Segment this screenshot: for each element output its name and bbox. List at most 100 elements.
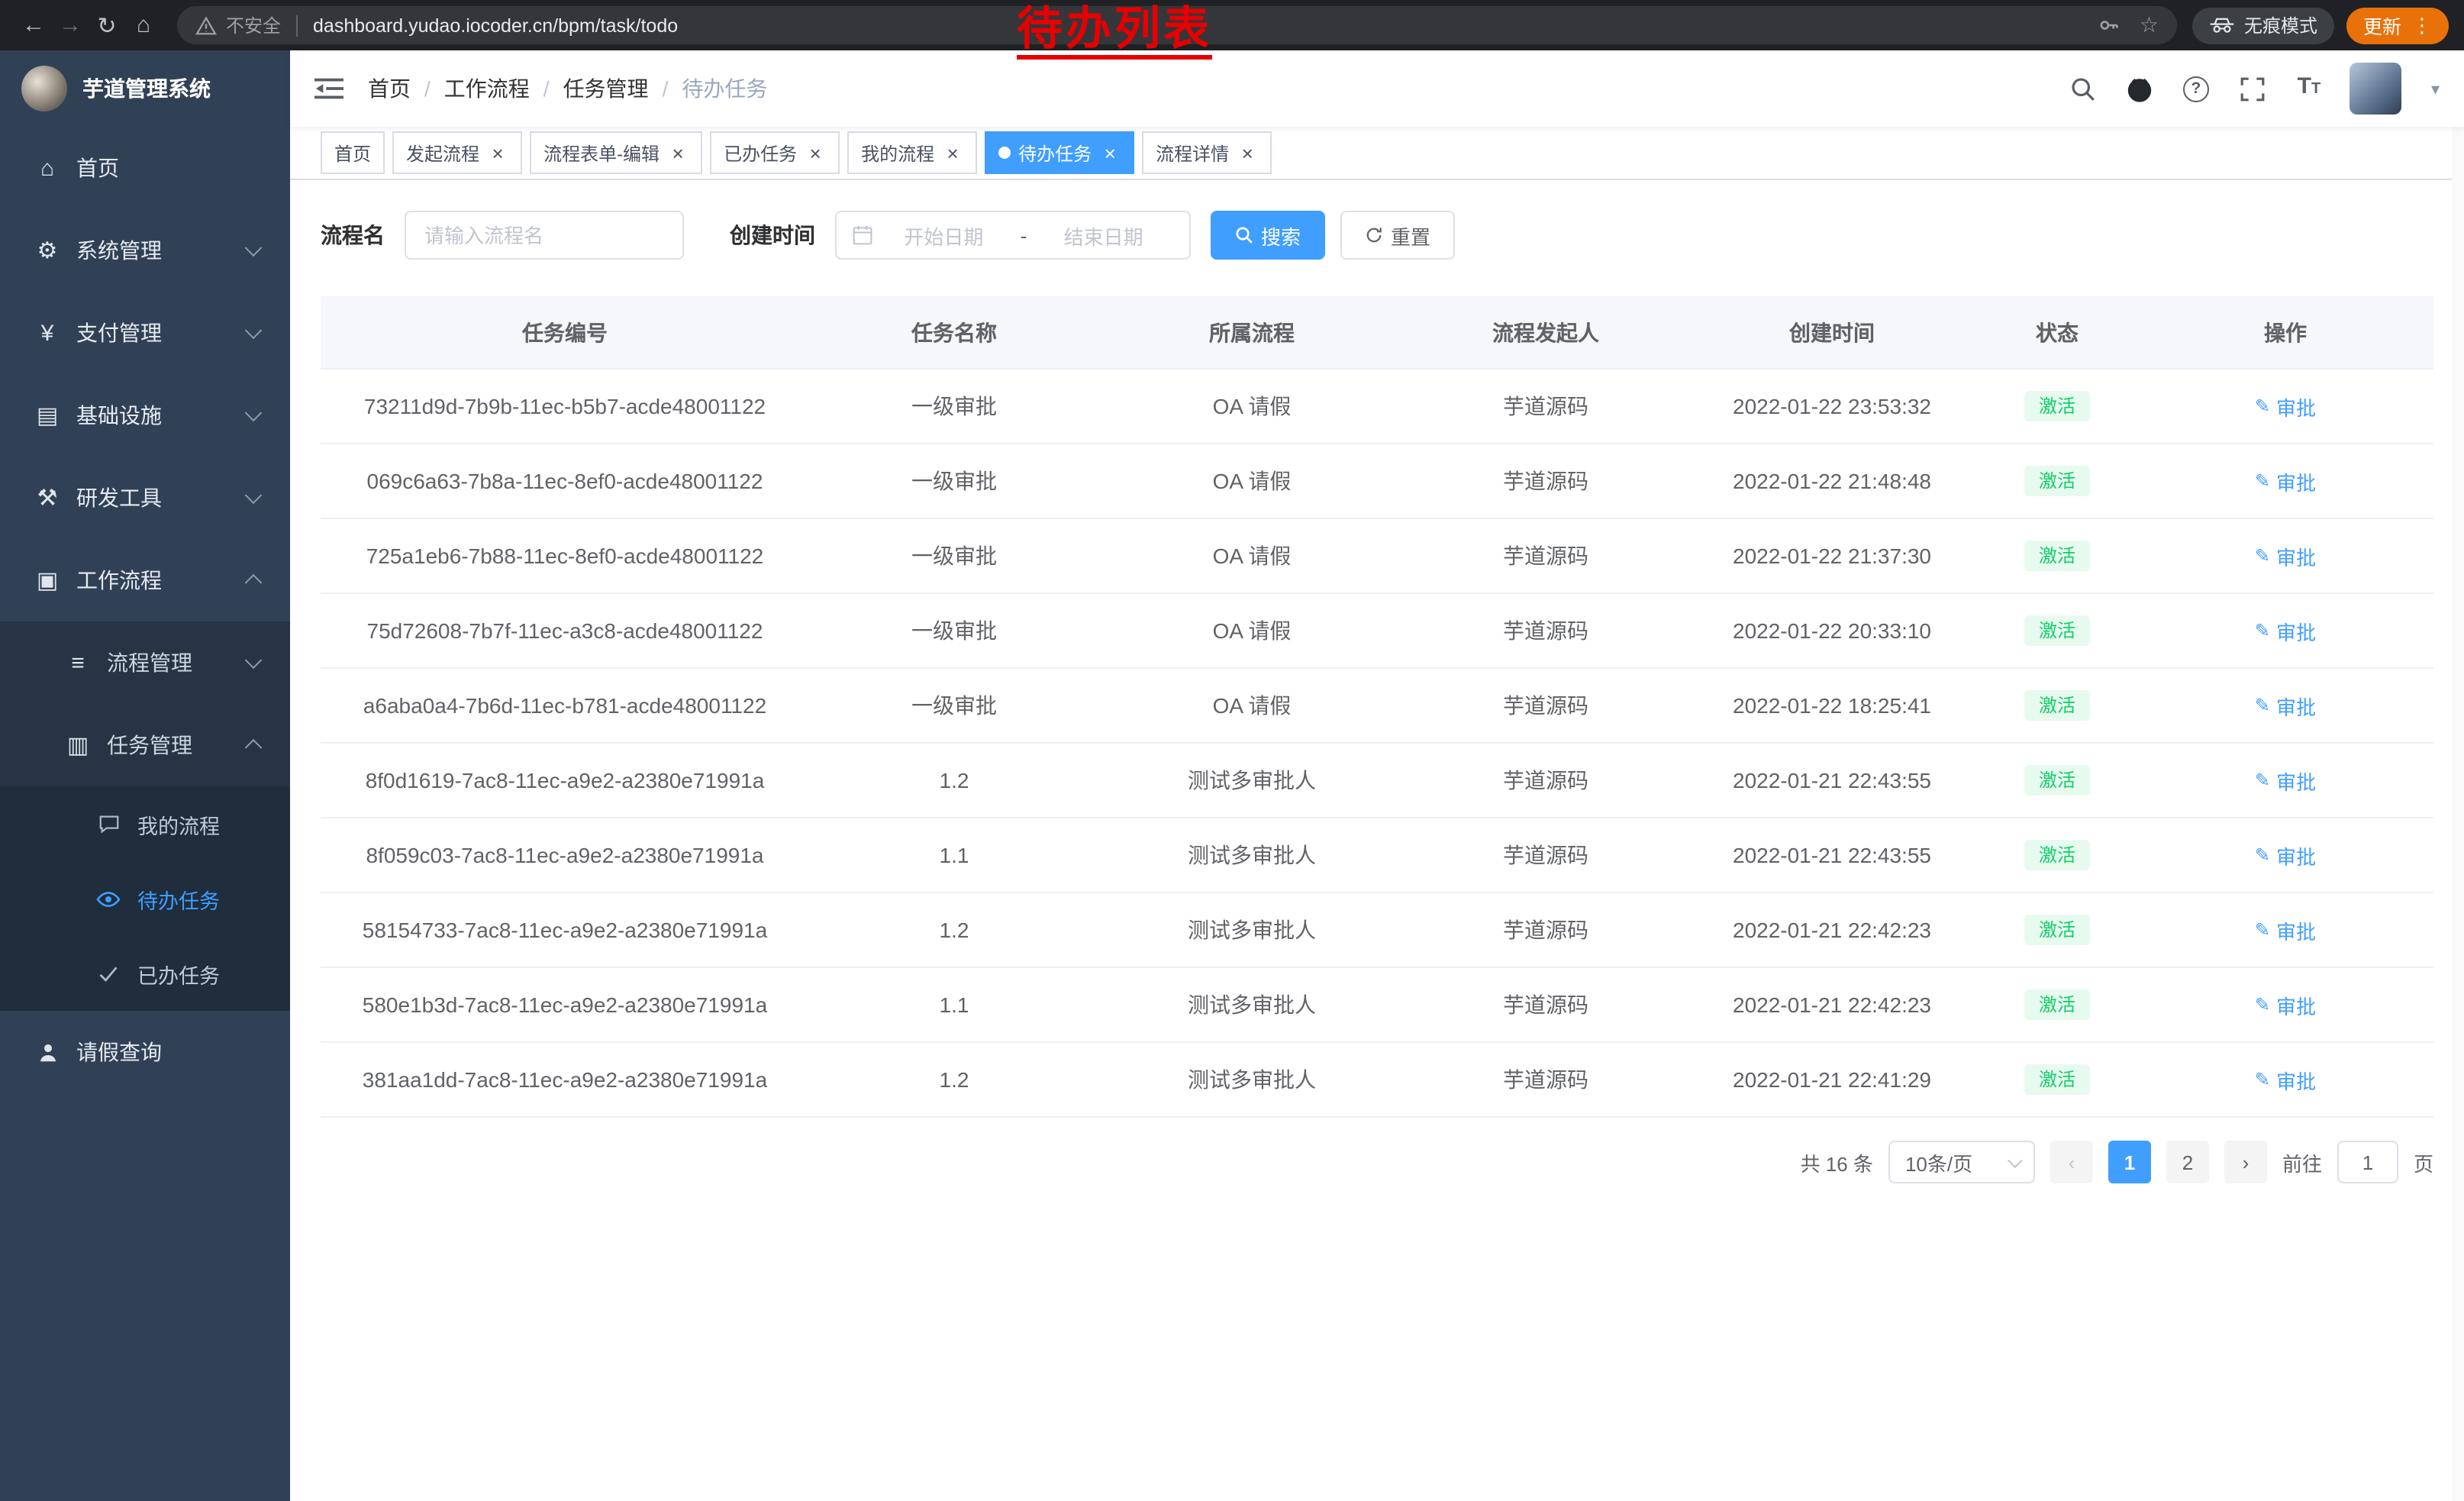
cell-initiator: 芋道源码 bbox=[1503, 693, 1588, 718]
pagination: 共 16 条 10条/页 ‹ 1 2 › 前往 页 bbox=[321, 1141, 2433, 1183]
update-label: 更新 bbox=[2363, 11, 2401, 40]
start-date-placeholder[interactable]: 开始日期 bbox=[873, 221, 1014, 250]
table-row: 75d72608-7b7f-11ec-a3c8-acde48001122 一级审… bbox=[321, 593, 2433, 668]
approve-button[interactable]: ✎ 审批 bbox=[2255, 541, 2316, 570]
sidebar-item-infrastructure[interactable]: ▤ 基础设施 bbox=[0, 374, 290, 457]
tab-label: 待办任务 bbox=[1018, 140, 1092, 166]
tab-close-icon[interactable]: × bbox=[1099, 142, 1121, 163]
sidebar-item-todo-task[interactable]: 待办任务 bbox=[0, 861, 290, 936]
browser-back-icon[interactable]: ← bbox=[15, 12, 52, 38]
search-icon[interactable] bbox=[2068, 73, 2098, 104]
sidebar-item-home[interactable]: ⌂ 首页 bbox=[0, 127, 290, 209]
tab-流程详情[interactable]: 流程详情 × bbox=[1142, 131, 1272, 174]
font-size-icon[interactable]: TT bbox=[2294, 73, 2324, 104]
cell-initiator: 芋道源码 bbox=[1503, 918, 1588, 942]
breadcrumb-workflow[interactable]: 工作流程 bbox=[444, 73, 530, 104]
status-badge: 激活 bbox=[2025, 765, 2089, 796]
menu-label: 研发工具 bbox=[76, 483, 162, 513]
sidebar-collapse-icon[interactable] bbox=[314, 76, 343, 101]
cell-created-time: 2022-01-22 20:33:10 bbox=[1733, 618, 1931, 643]
browser-update-button[interactable]: 更新 ⋮ bbox=[2346, 7, 2449, 44]
tab-close-icon[interactable]: × bbox=[942, 142, 963, 163]
approve-button[interactable]: ✎ 审批 bbox=[2255, 392, 2316, 421]
chevron-up-icon bbox=[245, 574, 263, 592]
cell-initiator: 芋道源码 bbox=[1503, 768, 1588, 792]
col-header-task-id: 任务编号 bbox=[321, 296, 809, 369]
sidebar-item-dev-tools[interactable]: ⚒ 研发工具 bbox=[0, 457, 290, 539]
page-size-select[interactable]: 10条/页 bbox=[1888, 1141, 2035, 1183]
user-avatar[interactable] bbox=[2350, 63, 2402, 115]
dashboard-icon: ⌂ bbox=[34, 155, 61, 181]
reset-button[interactable]: 重置 bbox=[1340, 211, 1455, 260]
avatar-caret-icon[interactable]: ▾ bbox=[2431, 79, 2440, 98]
approve-label: 审批 bbox=[2276, 915, 2316, 944]
edit-icon: ✎ bbox=[2255, 770, 2270, 791]
sidebar-item-process-mgmt[interactable]: ≡ 流程管理 bbox=[0, 621, 290, 704]
search-button-icon bbox=[1235, 226, 1253, 244]
tab-发起流程[interactable]: 发起流程 × bbox=[392, 131, 522, 174]
password-key-icon[interactable] bbox=[2098, 14, 2121, 37]
breadcrumb-task-mgmt[interactable]: 任务管理 bbox=[563, 73, 649, 104]
sidebar-item-system-mgmt[interactable]: ⚙ 系统管理 bbox=[0, 209, 290, 292]
process-name-input[interactable] bbox=[405, 211, 684, 260]
menu-label: 任务管理 bbox=[107, 730, 192, 760]
approve-button[interactable]: ✎ 审批 bbox=[2255, 616, 2316, 645]
github-icon[interactable] bbox=[2124, 73, 2155, 104]
browser-reload-icon[interactable]: ↻ bbox=[89, 11, 125, 39]
page-scrollbar[interactable] bbox=[2452, 50, 2464, 1501]
sidebar-item-task-mgmt[interactable]: ▥ 任务管理 bbox=[0, 704, 290, 786]
approve-button[interactable]: ✎ 审批 bbox=[2255, 915, 2316, 944]
breadcrumb-home[interactable]: 首页 bbox=[368, 73, 411, 104]
end-date-placeholder[interactable]: 结束日期 bbox=[1033, 221, 1174, 250]
tab-close-icon[interactable]: × bbox=[1237, 142, 1258, 163]
cell-task-id: 75d72608-7b7f-11ec-a3c8-acde48001122 bbox=[367, 618, 763, 643]
search-button[interactable]: 搜索 bbox=[1211, 211, 1325, 260]
fullscreen-icon[interactable] bbox=[2237, 73, 2268, 104]
security-status-label[interactable]: 不安全 bbox=[226, 12, 281, 38]
prev-page-button[interactable]: ‹ bbox=[2050, 1141, 2093, 1183]
goto-page-input[interactable] bbox=[2337, 1141, 2398, 1183]
sidebar-item-payment-mgmt[interactable]: ¥ 支付管理 bbox=[0, 292, 290, 374]
help-icon[interactable]: ? bbox=[2181, 73, 2211, 104]
approve-button[interactable]: ✎ 审批 bbox=[2255, 841, 2316, 870]
cell-initiator: 芋道源码 bbox=[1503, 469, 1588, 493]
cell-initiator: 芋道源码 bbox=[1503, 544, 1588, 568]
tab-待办任务[interactable]: 待办任务 × bbox=[985, 131, 1134, 174]
tab-我的流程[interactable]: 我的流程 × bbox=[847, 131, 977, 174]
page-2-button[interactable]: 2 bbox=[2166, 1141, 2209, 1183]
page-1-button[interactable]: 1 bbox=[2108, 1141, 2151, 1183]
bookmark-star-icon[interactable]: ☆ bbox=[2140, 12, 2159, 38]
tab-close-icon[interactable]: × bbox=[805, 142, 826, 163]
status-badge: 激活 bbox=[2025, 1064, 2089, 1096]
tab-已办任务[interactable]: 已办任务 × bbox=[710, 131, 840, 174]
next-page-button[interactable]: › bbox=[2224, 1141, 2267, 1183]
approve-button[interactable]: ✎ 审批 bbox=[2255, 990, 2316, 1019]
sidebar-item-leave-query[interactable]: 请假查询 bbox=[0, 1011, 290, 1093]
col-header-task-name: 任务名称 bbox=[809, 296, 1099, 369]
sidebar-item-my-process[interactable]: 我的流程 bbox=[0, 786, 290, 861]
tab-流程表单-编辑[interactable]: 流程表单-编辑 × bbox=[530, 131, 702, 174]
tab-首页[interactable]: 首页 bbox=[321, 131, 385, 174]
app-logo-row[interactable]: 芋道管理系统 bbox=[0, 50, 290, 127]
browser-home-icon[interactable]: ⌂ bbox=[125, 12, 162, 38]
browser-forward-icon[interactable]: → bbox=[52, 12, 89, 38]
process-name-label: 流程名 bbox=[321, 220, 385, 250]
approve-button[interactable]: ✎ 审批 bbox=[2255, 691, 2316, 720]
workflow-icon: ▣ bbox=[34, 567, 61, 594]
approve-label: 审批 bbox=[2276, 1065, 2316, 1094]
table-row: 069c6a63-7b8a-11ec-8ef0-acde48001122 一级审… bbox=[321, 444, 2433, 518]
tab-close-icon[interactable]: × bbox=[487, 142, 508, 163]
sidebar-item-workflow[interactable]: ▣ 工作流程 bbox=[0, 539, 290, 621]
edit-icon: ✎ bbox=[2255, 395, 2270, 417]
approve-button[interactable]: ✎ 审批 bbox=[2255, 766, 2316, 795]
date-range-picker[interactable]: 开始日期 - 结束日期 bbox=[835, 211, 1191, 260]
sidebar-item-done-task[interactable]: 已办任务 bbox=[0, 936, 290, 1011]
cell-task-name: 1.2 bbox=[940, 768, 969, 792]
approve-button[interactable]: ✎ 审批 bbox=[2255, 1065, 2316, 1094]
sidebar-menu: ⌂ 首页 ⚙ 系统管理 ¥ 支付管理 ▤ 基础设施 bbox=[0, 127, 290, 1093]
menu-label: 流程管理 bbox=[107, 647, 192, 678]
tab-close-icon[interactable]: × bbox=[667, 142, 689, 163]
approve-button[interactable]: ✎ 审批 bbox=[2255, 466, 2316, 495]
url-text[interactable]: dashboard.yudao.iocoder.cn/bpm/task/todo bbox=[313, 15, 678, 36]
browser-menu-kebab-icon[interactable]: ⋮ bbox=[2412, 13, 2432, 37]
